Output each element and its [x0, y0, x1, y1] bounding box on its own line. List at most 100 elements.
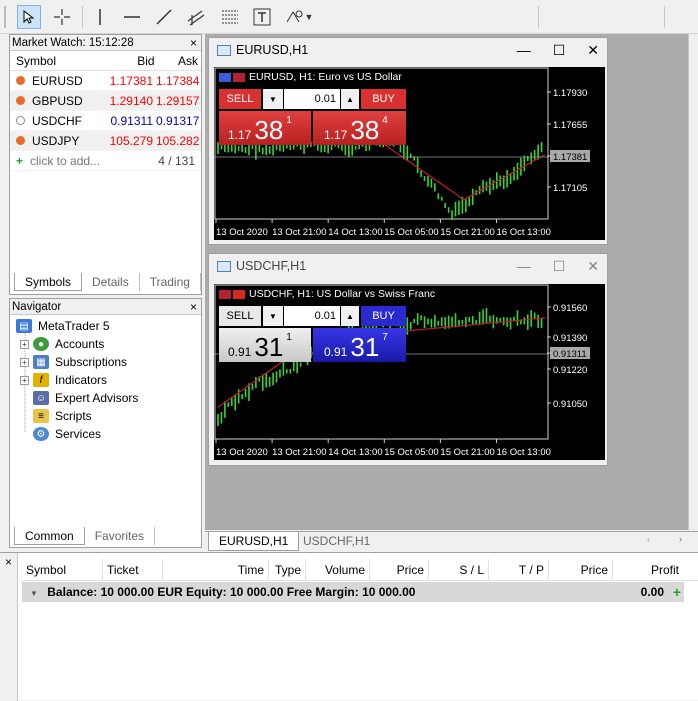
collapse-icon[interactable]: ▼	[30, 589, 38, 598]
navigator-tabs: Common Favorites	[14, 527, 156, 545]
market-watch-row[interactable]: USDCHF 0.91311 0.91317	[10, 111, 201, 131]
equidistant-channel-icon[interactable]	[184, 5, 208, 29]
column-current-price[interactable]: Price	[549, 559, 613, 580]
market-watch-tabs: Symbols Details Trading	[14, 273, 201, 291]
close-icon[interactable]: ×	[5, 555, 12, 569]
column-tp[interactable]: T / P	[489, 559, 549, 580]
column-ask[interactable]: Ask	[158, 51, 201, 70]
volume-up-icon[interactable]: ▲	[341, 306, 359, 326]
nav-item-scripts[interactable]: ≡ Scripts	[33, 407, 92, 425]
column-symbol[interactable]: Symbol	[22, 559, 103, 580]
volume-up-icon[interactable]: ▲	[341, 89, 359, 109]
tab-common[interactable]: Common	[14, 527, 85, 545]
accounts-icon: ●	[33, 337, 49, 351]
volume-down-icon[interactable]: ▼	[263, 306, 283, 326]
nav-item-accounts[interactable]: + ● Accounts	[20, 335, 104, 353]
cursor-icon[interactable]	[17, 5, 41, 29]
maximize-icon[interactable]: ☐	[553, 258, 566, 275]
column-symbol[interactable]: Symbol	[10, 51, 102, 70]
price-chart[interactable]: 0.91560 0.91390 0.91311 0.91220 0.91050 13 Oc…	[214, 284, 605, 460]
nav-item-services[interactable]: ⚙ Services	[33, 425, 101, 443]
vertical-line-icon[interactable]	[88, 5, 112, 29]
buy-button[interactable]: BUY	[361, 306, 406, 326]
close-icon[interactable]: ✕	[587, 258, 599, 275]
toolbar: ▼	[0, 0, 698, 34]
row-bid: 1.17381	[109, 74, 153, 88]
price-chart[interactable]: 1.17930 1.17655 1.17381 1.17105 13 Oct 2020 1…	[214, 67, 605, 240]
expand-icon[interactable]: +	[20, 339, 29, 349]
expand-icon[interactable]: +	[20, 357, 29, 367]
scroll-right-icon[interactable]: ›	[679, 534, 682, 544]
up-down-arrow-icon	[16, 96, 25, 105]
sell-button[interactable]: SELL	[219, 89, 261, 109]
column-profit[interactable]: Profit	[613, 559, 683, 580]
column-price[interactable]: Price	[370, 559, 429, 580]
tab-details[interactable]: Details	[82, 273, 140, 291]
column-volume[interactable]: Volume	[306, 559, 370, 580]
text-icon[interactable]	[250, 5, 274, 29]
nav-label: Expert Advisors	[55, 391, 139, 405]
balance-text: Balance: 10 000.00 EUR Equity: 10 000.00…	[47, 585, 416, 599]
row-symbol: USDCHF	[32, 113, 82, 128]
chart-window-titlebar[interactable]: USDCHF,H1 — ☐ ✕	[209, 254, 607, 278]
close-icon[interactable]: ×	[190, 35, 197, 51]
toolbar-grip	[4, 6, 6, 28]
column-time[interactable]: Time	[163, 559, 269, 580]
minimize-icon[interactable]: —	[517, 258, 531, 275]
fibonacci-icon[interactable]	[218, 5, 242, 29]
chart-window-title: USDCHF,H1	[236, 259, 307, 273]
market-watch-row[interactable]: EURUSD 1.17381 1.17384	[10, 71, 201, 91]
close-icon[interactable]: ×	[190, 299, 197, 315]
tab-eurusd-h1[interactable]: EURUSD,H1	[208, 532, 300, 551]
expand-icon[interactable]: +	[20, 375, 29, 385]
market-watch-row[interactable]: USDJPY 105.279 105.282	[10, 131, 201, 151]
profit-total: 0.00	[640, 585, 664, 599]
workspace-scrollbar[interactable]	[688, 34, 698, 530]
volume-input[interactable]: 0.01	[284, 89, 340, 109]
maximize-icon[interactable]: ☐	[553, 42, 566, 59]
sell-price-prefix: 1.17	[228, 128, 252, 142]
nav-item-subscriptions[interactable]: + ▦ Subscriptions	[20, 353, 127, 371]
market-watch-row[interactable]: GBPUSD 1.29140 1.29157	[10, 91, 201, 111]
nav-label: Services	[55, 427, 102, 441]
time-label: 16 Oct 13:00	[497, 447, 551, 458]
trend-line-icon[interactable]	[152, 5, 176, 29]
chart-window-icon	[217, 260, 231, 272]
horizontal-line-icon[interactable]	[120, 5, 144, 29]
buy-price-pip: 7	[382, 332, 388, 343]
scroll-left-icon[interactable]: ‹	[647, 534, 650, 544]
subscriptions-icon: ▦	[33, 355, 49, 369]
time-label: 13 Oct 2020	[216, 227, 268, 238]
column-ticket[interactable]: Ticket	[103, 559, 163, 580]
chevron-down-icon[interactable]: ▼	[302, 5, 316, 29]
buy-price-big: 31	[350, 332, 380, 362]
balance-row[interactable]: ▼ Balance: 10 000.00 EUR Equity: 10 000.…	[22, 582, 684, 602]
nav-root-label: MetaTrader 5	[38, 319, 110, 333]
nav-item-expert-advisors[interactable]: ☺ Expert Advisors	[33, 389, 138, 407]
trade-table-header: Symbol Ticket Time Type Volume Price S /…	[22, 559, 698, 581]
price-label: 1.17381	[553, 152, 587, 163]
column-type[interactable]: Type	[269, 559, 306, 580]
crosshair-icon[interactable]	[50, 5, 74, 29]
row-symbol: GBPUSD	[32, 93, 83, 108]
click-to-add-row[interactable]: + click to add... 4 / 131	[10, 151, 201, 171]
buy-button[interactable]: BUY	[361, 89, 406, 109]
add-icon[interactable]: +	[673, 582, 681, 602]
chart-window-titlebar[interactable]: EURUSD,H1 — ☐ ✕	[209, 38, 607, 62]
nav-item-indicators[interactable]: + f Indicators	[20, 371, 107, 389]
minimize-icon[interactable]: —	[517, 42, 531, 59]
tab-trading[interactable]: Trading	[140, 273, 201, 291]
services-gear-icon: ⚙	[33, 427, 49, 441]
tab-symbols[interactable]: Symbols	[14, 273, 83, 291]
row-bid: 105.279	[109, 134, 153, 148]
sell-button[interactable]: SELL	[219, 306, 261, 326]
tab-usdchf-h1[interactable]: USDCHF,H1	[295, 532, 378, 551]
column-sl[interactable]: S / L	[429, 559, 489, 580]
tab-favorites[interactable]: Favorites	[85, 527, 156, 545]
volume-input[interactable]: 0.01	[284, 306, 340, 326]
column-bid[interactable]: Bid	[102, 51, 158, 70]
eu-flag-icon	[219, 72, 231, 82]
close-icon[interactable]: ✕	[587, 42, 599, 59]
market-watch-panel: Market Watch: 15:12:28 × Symbol Bid Ask …	[9, 34, 202, 295]
volume-down-icon[interactable]: ▼	[263, 89, 283, 109]
